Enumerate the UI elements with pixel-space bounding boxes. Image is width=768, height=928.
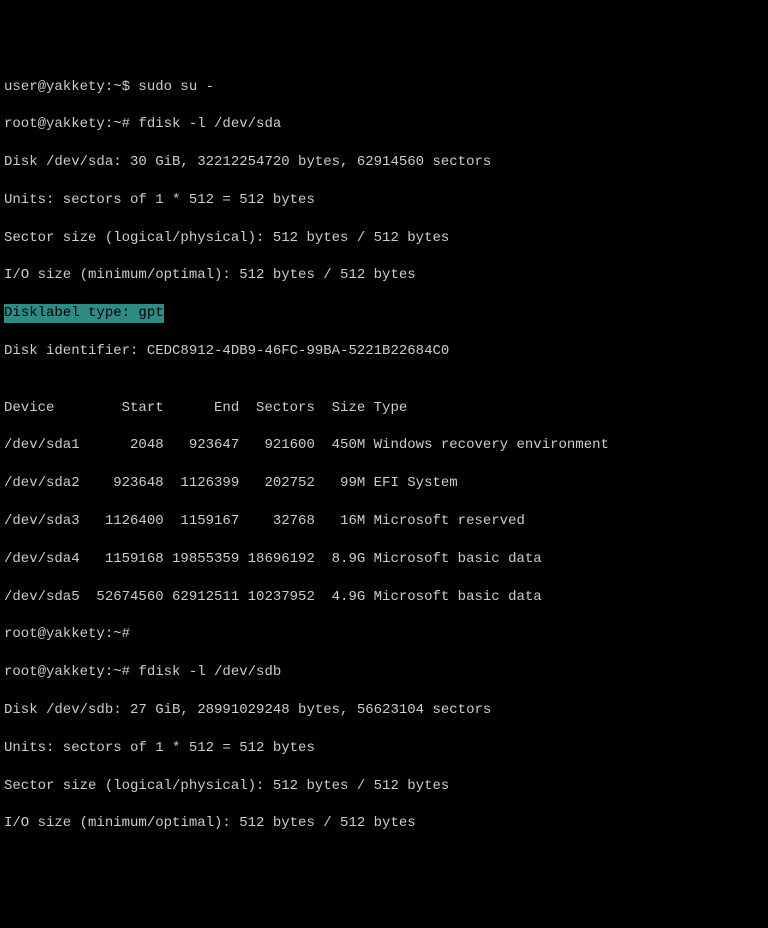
- terminal-line: user@yakkety:~$ sudo su -: [4, 78, 764, 97]
- partition-table-row: /dev/sda4 1159168 19855359 18696192 8.9G…: [4, 550, 764, 569]
- terminal-line: Disk /dev/sda: 30 GiB, 32212254720 bytes…: [4, 153, 764, 172]
- terminal-line: I/O size (minimum/optimal): 512 bytes / …: [4, 266, 764, 285]
- terminal-line: Disk identifier: CEDC8912-4DB9-46FC-99BA…: [4, 342, 764, 361]
- partition-table-row: /dev/sda2 923648 1126399 202752 99M EFI …: [4, 474, 764, 493]
- terminal-line-highlight: Disklabel type: gpt: [4, 304, 764, 323]
- terminal-line: I/O size (minimum/optimal): 512 bytes / …: [4, 814, 764, 833]
- terminal-line: Disk /dev/sdb: 27 GiB, 28991029248 bytes…: [4, 701, 764, 720]
- disklabel-highlight: Disklabel type: gpt: [4, 304, 164, 323]
- terminal-line: root@yakkety:~# fdisk -l /dev/sdb: [4, 663, 764, 682]
- partition-table-row: /dev/sda1 2048 923647 921600 450M Window…: [4, 436, 764, 455]
- partition-table-row: /dev/sda3 1126400 1159167 32768 16M Micr…: [4, 512, 764, 531]
- terminal-line: root@yakkety:~# fdisk -l /dev/sda: [4, 115, 764, 134]
- terminal-line: Sector size (logical/physical): 512 byte…: [4, 229, 764, 248]
- terminal-line: Sector size (logical/physical): 512 byte…: [4, 777, 764, 796]
- terminal-prompt[interactable]: root@yakkety:~#: [4, 625, 764, 644]
- partition-table-row: /dev/sda5 52674560 62912511 10237952 4.9…: [4, 588, 764, 607]
- partition-table-header: Device Start End Sectors Size Type: [4, 399, 764, 418]
- terminal-line: Units: sectors of 1 * 512 = 512 bytes: [4, 191, 764, 210]
- terminal-line: Units: sectors of 1 * 512 = 512 bytes: [4, 739, 764, 758]
